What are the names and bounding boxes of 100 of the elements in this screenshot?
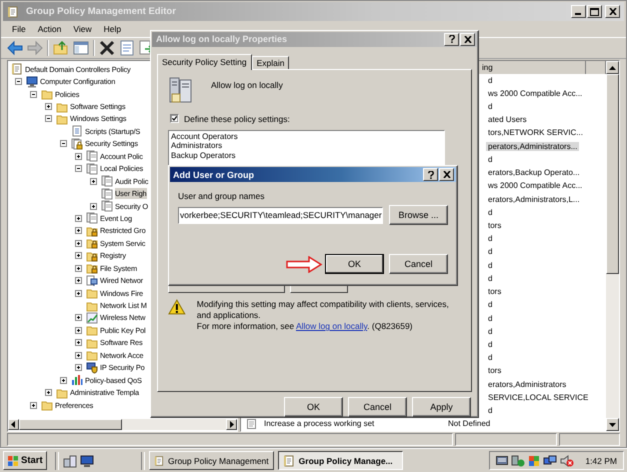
locked-folder-icon [86,250,98,262]
close-button[interactable] [605,5,620,18]
table-cell[interactable]: d [486,247,494,256]
document-icon [282,454,295,466]
expand-icon[interactable] [60,376,67,384]
horizontal-scrollbar[interactable] [8,419,237,430]
back-arrow-icon[interactable] [7,40,23,56]
scroll-right-icon[interactable] [229,421,234,428]
help-button[interactable] [444,32,459,46]
expand-icon[interactable] [90,178,97,185]
table-cell[interactable]: erators,Backup Operato... [486,168,582,178]
input-field[interactable]: vorkerbee;SECURITY\teamlead;SECURITY\manager [178,206,383,224]
close-button[interactable] [439,168,454,181]
start-button[interactable]: Start [3,451,47,470]
close-button[interactable] [460,32,475,46]
column-header[interactable]: ing [480,62,495,74]
expand-icon[interactable] [75,326,82,334]
table-cell[interactable]: d [486,326,494,336]
table-cell[interactable]: erators,Administrators [486,380,568,389]
table-cell[interactable]: d [486,234,494,244]
expand-icon[interactable] [75,227,82,234]
list-item[interactable]: Backup Operators [171,150,442,160]
table-cell[interactable]: tors [486,287,504,296]
menu-item[interactable]: Action [32,23,66,35]
dialog-button[interactable]: OK [325,254,384,274]
expand-icon[interactable] [30,402,37,409]
folder-up-icon[interactable] [53,40,69,56]
scroll-left-icon[interactable] [11,421,16,428]
expand-icon[interactable] [45,389,52,396]
help-button[interactable] [423,168,438,181]
expand-icon[interactable] [75,339,82,346]
browse-button[interactable]: Browse ... [389,205,448,225]
flag-icon[interactable] [528,454,540,466]
table-cell[interactable]: d [486,102,494,112]
collapse-icon[interactable] [15,78,22,86]
menu-item[interactable]: Help [98,23,126,35]
dialog-button[interactable]: OK [284,397,343,417]
table-cell[interactable]: d [486,154,494,164]
table-cell[interactable]: perators,Administrators... [486,142,580,151]
taskbar-button[interactable]: Group Policy Management [148,451,274,470]
table-cell[interactable]: d [486,314,494,323]
table-cell[interactable]: SERVICE,LOCAL SERVICE [486,392,590,402]
table-cell[interactable]: ws 2000 Compatible Acc... [486,181,584,190]
help-link[interactable]: Allow log on locally [296,320,368,331]
expand-icon[interactable] [75,240,82,247]
expand-icon[interactable] [75,152,82,160]
checkbox[interactable] [170,114,179,124]
table-cell[interactable]: d [486,274,494,283]
expand-icon[interactable] [75,352,82,359]
expand-icon[interactable] [75,364,82,372]
keyboard-icon[interactable] [496,455,508,466]
vertical-scrollbar[interactable] [606,61,619,431]
table-cell[interactable]: erators,Administrators,L... [486,194,582,204]
table-cell[interactable]: d [486,208,494,217]
warning-icon [168,298,186,315]
table-cell[interactable]: d [486,260,494,270]
computers-icon[interactable] [543,454,558,466]
list-item[interactable]: Account Operators [171,132,442,142]
list-item[interactable]: Administrators [171,141,442,151]
table-cell[interactable]: ws 2000 Compatible Acc... [486,88,584,98]
monitor-icon[interactable] [80,454,94,468]
table-cell[interactable]: tors [486,221,504,230]
expand-icon[interactable] [45,103,52,110]
panel-icon[interactable] [73,40,89,56]
expand-icon[interactable] [75,277,82,284]
collapse-icon[interactable] [60,140,67,148]
network-status-icon[interactable] [511,454,526,466]
table-cell[interactable]: d [486,300,494,310]
table-cell[interactable]: d [486,353,494,362]
expand-icon[interactable] [75,252,82,260]
collapse-icon[interactable] [30,90,37,98]
table-cell[interactable]: tors [486,366,504,376]
menu-item[interactable]: View [68,23,97,35]
collapse-icon[interactable] [75,165,82,172]
delete-icon[interactable] [99,40,115,56]
speaker-muted-icon[interactable] [560,454,574,466]
dialog-button[interactable]: Apply [412,397,471,417]
table-cell[interactable]: ated Users [486,115,529,124]
table-cell[interactable]: tors,NETWORK SERVIC... [486,128,585,138]
maximize-button[interactable] [587,5,602,18]
menu-item[interactable]: File [7,23,31,35]
scroll-down-icon[interactable] [609,422,616,426]
expand-icon[interactable] [75,214,82,222]
taskbar-button[interactable]: Group Policy Manage... [278,451,403,470]
table-cell[interactable]: d [486,76,494,85]
expand-icon[interactable] [75,314,82,322]
table-cell[interactable]: Not Defined [446,419,492,428]
expand-icon[interactable] [90,202,97,210]
tab[interactable]: Security Policy Setting [157,54,252,70]
collapse-icon[interactable] [45,115,52,122]
dialog-button[interactable]: Cancel [348,397,407,417]
dialog-button[interactable]: Cancel [389,254,448,274]
scroll-up-icon[interactable] [609,66,616,70]
minimize-button[interactable] [571,5,586,18]
table-cell[interactable]: d [486,340,494,349]
table-cell[interactable]: d [486,406,494,416]
tab[interactable]: Explain [252,56,290,69]
expand-icon[interactable] [75,264,82,272]
server-manager-icon[interactable] [62,454,77,468]
expand-icon[interactable] [75,290,82,297]
